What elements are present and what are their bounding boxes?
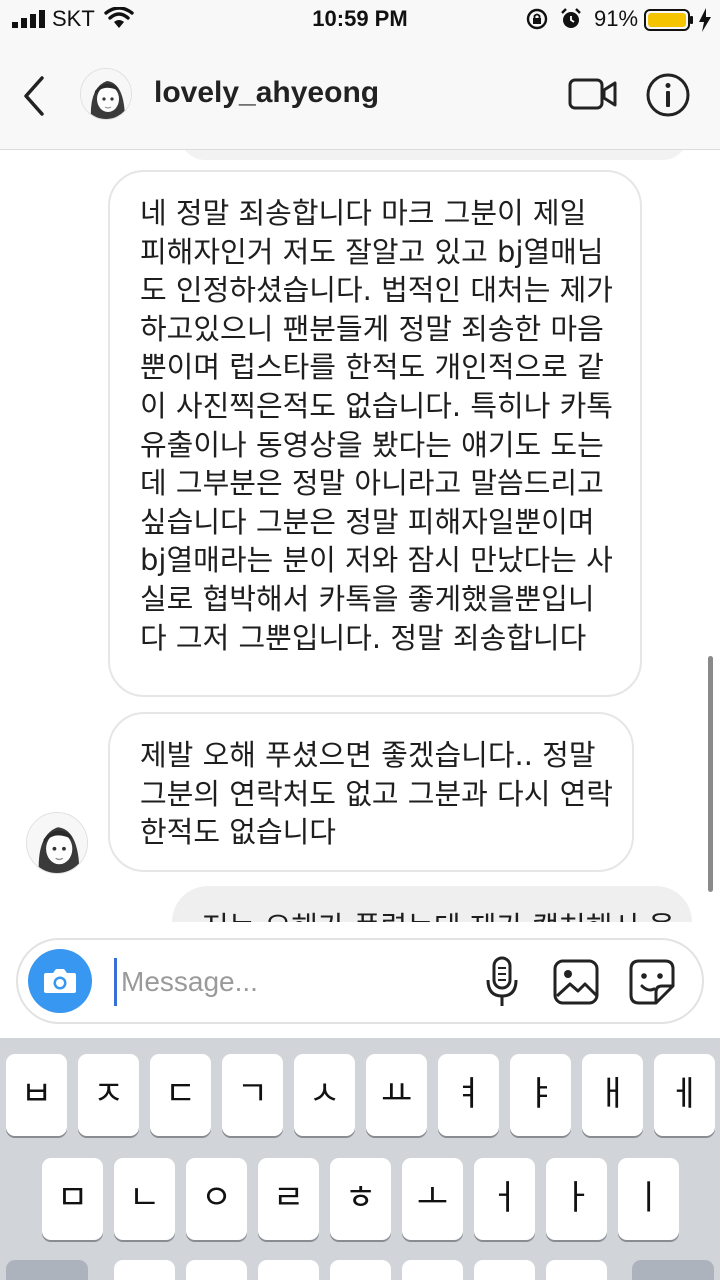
message-line: 한적도 없습니다 — [140, 815, 336, 850]
message-line: 네 정말 죄송합니다 마크 그분이 제일 — [140, 196, 587, 230]
charging-icon — [699, 8, 711, 32]
message-line: 도 인정하셨습니다. 법적인 대처는 제가 — [140, 273, 613, 308]
message-line: 데 그부분은 정말 아니라고 말씀드리고 — [140, 466, 604, 501]
avatar-illustration-icon — [81, 69, 131, 119]
delete-key[interactable] — [632, 1260, 714, 1280]
status-bar: SKT 10:59 PM 91% — [0, 0, 720, 40]
key[interactable] — [402, 1260, 463, 1280]
message-input[interactable] — [114, 958, 474, 1006]
key[interactable] — [258, 1260, 319, 1280]
sender-avatar[interactable] — [26, 812, 88, 874]
key[interactable]: ㄱ — [222, 1054, 283, 1136]
key[interactable]: ㄹ — [258, 1158, 319, 1240]
message-line: bj열매라는 분이 저와 잠시 만났다는 사 — [140, 543, 613, 578]
camera-icon — [44, 969, 76, 993]
message-line: 다 그저 그뿐입니다. 정말 죄송합니다 — [140, 620, 587, 655]
message-line: 그분의 연락처도 없고 그분과 다시 연락 — [140, 776, 613, 811]
back-chevron-icon[interactable] — [18, 74, 50, 118]
key[interactable]: ㄴ — [114, 1158, 175, 1240]
key[interactable]: ㅐ — [582, 1054, 643, 1136]
message-bubble[interactable]: 네 정말 죄송합니다 마크 그분이 제일 피해자인거 저도 잘알고 있고 bj열… — [108, 170, 642, 697]
message-line: 뿐이며 럽스타를 한적도 개인적으로 같 — [140, 350, 604, 385]
key[interactable]: ㅣ — [618, 1158, 679, 1240]
message-line: 실로 협박해서 카톡을 좋게했을뿐입니 — [140, 581, 595, 616]
message-line: 피해자인거 저도 잘알고 있고 bj열매님 — [140, 234, 604, 269]
key[interactable]: ㅕ — [438, 1054, 499, 1136]
camera-button[interactable] — [28, 949, 92, 1013]
key[interactable] — [330, 1260, 391, 1280]
scrollbar[interactable] — [708, 656, 713, 892]
message-line: 제발 오해 푸셨으면 좋겠습니다.. 정말 — [140, 738, 596, 772]
battery-percent: 91% — [594, 6, 639, 31]
key[interactable]: ㅔ — [654, 1054, 715, 1136]
message-line: 저는 오해가 풀렸는데 제가 캡처해서 올 — [202, 908, 675, 922]
sent-message-bubble[interactable]: 저는 오해가 풀렸는데 제가 캡처해서 올 — [172, 886, 692, 922]
key[interactable]: ㅁ — [42, 1158, 103, 1240]
key[interactable] — [186, 1260, 247, 1280]
korean-keyboard: ㅂ ㅈ ㄷ ㄱ ㅅ ㅛ ㅕ ㅑ ㅐ ㅔ ㅁ ㄴ ㅇ ㄹ ㅎ ㅗ ㅓ ㅏ ㅣ — [0, 1038, 720, 1280]
key[interactable] — [114, 1260, 175, 1280]
chat-header: lovely_ahyeong — [0, 40, 720, 150]
key[interactable]: ㅅ — [294, 1054, 355, 1136]
video-camera-icon[interactable] — [568, 74, 618, 114]
message-line: 유출이나 동영상을 봤다는 얘기도 도는 — [140, 427, 604, 462]
battery-icon — [644, 9, 693, 31]
key[interactable]: ㅎ — [330, 1158, 391, 1240]
microphone-icon[interactable] — [484, 956, 520, 1008]
key[interactable]: ㅑ — [510, 1054, 571, 1136]
orientation-lock-icon — [526, 8, 548, 30]
message-line: 이 사진찍은적도 없습니다. 특히나 카톡 — [140, 388, 613, 423]
shift-key[interactable] — [6, 1260, 88, 1280]
message-composer — [16, 938, 704, 1024]
sticker-icon[interactable] — [628, 958, 676, 1006]
key[interactable]: ㅗ — [402, 1158, 463, 1240]
chat-username[interactable]: lovely_ahyeong — [154, 76, 379, 110]
key[interactable]: ㅈ — [78, 1054, 139, 1136]
message-thread[interactable]: 네 정말 죄송합니다 마크 그분이 제일 피해자인거 저도 잘알고 있고 bj열… — [0, 150, 720, 922]
avatar[interactable] — [80, 68, 132, 120]
key[interactable]: ㅛ — [366, 1054, 427, 1136]
message-line: 하고있으니 팬분들게 정말 죄송한 마음 — [140, 311, 604, 346]
key[interactable] — [474, 1260, 535, 1280]
info-icon[interactable] — [645, 72, 691, 118]
previous-message-bubble — [180, 150, 688, 160]
key[interactable] — [546, 1260, 607, 1280]
key[interactable]: ㅇ — [186, 1158, 247, 1240]
key[interactable]: ㅓ — [474, 1158, 535, 1240]
avatar-illustration-icon — [27, 813, 87, 873]
message-bubble[interactable]: 제발 오해 푸셨으면 좋겠습니다.. 정말 그분의 연락처도 없고 그분과 다시… — [108, 712, 634, 872]
alarm-icon — [561, 8, 581, 28]
message-line: 싶습니다 그분은 정말 피해자일뿐이며 — [140, 504, 595, 539]
gallery-icon[interactable] — [552, 958, 600, 1006]
key[interactable]: ㅂ — [6, 1054, 67, 1136]
key[interactable]: ㅏ — [546, 1158, 607, 1240]
key[interactable]: ㄷ — [150, 1054, 211, 1136]
